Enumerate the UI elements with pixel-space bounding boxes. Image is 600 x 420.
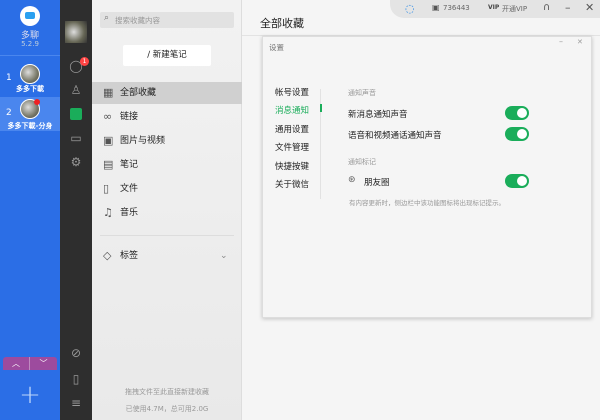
avatar — [20, 64, 40, 84]
settings-nav-about[interactable]: 关于微信 — [275, 178, 309, 190]
menu-item-music[interactable]: ♫ 音乐 — [92, 202, 242, 224]
avatar[interactable] — [65, 21, 87, 43]
contacts-icon[interactable]: ♙ — [68, 82, 84, 98]
mini-program-icon[interactable]: ⊘ — [68, 345, 84, 361]
account-index: 1 — [6, 73, 12, 83]
notification-dot — [34, 99, 40, 105]
phone-icon[interactable]: ▯ — [68, 371, 84, 387]
settings-nav-general[interactable]: 通用设置 — [275, 123, 309, 135]
menu-item-notes[interactable]: ▤ 笔记 — [92, 154, 242, 176]
menu-item-files[interactable]: ▯ 文件 — [92, 178, 242, 200]
tag-icon: ◇ — [103, 249, 112, 262]
chat-badge: 1 — [80, 57, 89, 66]
account-name: 多多下載-分身 — [7, 122, 53, 130]
account-name: 多多下載 — [16, 85, 44, 93]
moments-toggle[interactable] — [505, 174, 529, 188]
menu-label: 链接 — [120, 112, 139, 122]
search-placeholder: 搜索收藏内容 — [115, 16, 160, 25]
support-icon[interactable]: ∩ — [543, 2, 550, 13]
dialog-title: 设置 — [269, 43, 284, 52]
app-version: 5.2.9 — [21, 40, 39, 48]
vip-icon: VIP — [488, 4, 500, 11]
menu-label: 音乐 — [120, 208, 139, 218]
storage-usage: 已使用4.7M，总可用2.0G — [125, 405, 209, 413]
settings-nav-notifications[interactable]: 消息通知 — [275, 104, 309, 116]
option-hint: 有内容更新时，侧边栏中该功能图标将出现标记提示。 — [349, 199, 505, 207]
menu-icon[interactable]: ≡ — [68, 395, 84, 411]
favorites-cube-icon[interactable] — [70, 108, 82, 120]
menu-label: 文件 — [120, 184, 139, 194]
new-note-button[interactable]: ∕ 新建笔记 — [123, 45, 211, 66]
drop-hint: 拖拽文件至此直接新建收藏 — [125, 388, 209, 396]
scroll-down-button[interactable]: ﹀ — [30, 357, 57, 370]
new-message-sound-toggle[interactable] — [505, 106, 529, 120]
option-label: 语音和视频通话通知声音 — [348, 131, 442, 141]
menu-item-tags[interactable]: ◇ 标签 ⌄ — [92, 245, 242, 267]
search-input[interactable]: ⌕ 搜索收藏内容 — [100, 12, 234, 28]
account-sidebar: 多聊 5.2.9 1 多多下載 2 多多下載-分身 ︿ ﹀ + — [0, 0, 60, 420]
scroll-up-button[interactable]: ︿ — [3, 357, 30, 370]
account-index: 2 — [6, 108, 12, 118]
note-icon: ▤ — [103, 158, 114, 171]
minimize-button[interactable]: – — [565, 1, 571, 14]
divider — [0, 55, 60, 56]
divider — [100, 235, 234, 236]
top-bar: ◌ ▣ 736443 VIP 开通VIP ∩ – ✕ — [390, 0, 600, 18]
favorites-panel: ⌕ 搜索收藏内容 ∕ 新建笔记 ▦ 全部收藏 ∞ 链接 ▣ 图片与视频 ▤ 笔记 ▯ 文件… — [92, 0, 242, 420]
menu-item-media[interactable]: ▣ 图片与视频 — [92, 130, 242, 152]
folder-icon[interactable]: ▭ — [68, 130, 84, 146]
moments-icon: ⊛ — [348, 175, 356, 185]
page-title: 全部收藏 — [260, 17, 304, 30]
assistant-icon[interactable]: ◌ — [405, 2, 415, 15]
settings-nav-account[interactable]: 帐号设置 — [275, 86, 309, 98]
search-icon: ⌕ — [104, 13, 110, 23]
image-icon: ▣ — [103, 134, 114, 147]
option-label: 新消息通知声音 — [348, 110, 408, 120]
app-logo-icon — [20, 6, 40, 26]
account-item-1[interactable]: 1 多多下載 — [0, 60, 60, 94]
user-id: 736443 — [443, 4, 470, 12]
vip-button[interactable]: 开通VIP — [502, 4, 527, 14]
new-note-label: 新建笔记 — [152, 50, 187, 60]
settings-nav-shortcuts[interactable]: 快捷按键 — [275, 160, 309, 172]
chevron-down-icon: ⌄ — [220, 251, 228, 261]
section-heading: 通知声音 — [348, 89, 376, 97]
music-icon: ♫ — [103, 206, 113, 219]
menu-item-all[interactable]: ▦ 全部收藏 — [92, 82, 242, 104]
menu-label: 标签 — [120, 251, 139, 261]
link-icon: ∞ — [103, 110, 113, 123]
settings-gear-icon[interactable]: ⚙ — [68, 154, 84, 170]
active-indicator — [320, 104, 322, 112]
id-icon: ▣ — [432, 3, 440, 12]
dialog-minimize-button[interactable]: – — [559, 37, 563, 46]
option-label: 朋友圈 — [364, 178, 390, 188]
settings-dialog: 设置 – ✕ — [262, 36, 592, 318]
grid-icon: ▦ — [103, 86, 114, 99]
close-button[interactable]: ✕ — [585, 1, 594, 14]
menu-label: 笔记 — [120, 160, 139, 170]
menu-label: 全部收藏 — [120, 88, 157, 98]
dialog-close-button[interactable]: ✕ — [577, 38, 583, 46]
account-item-2[interactable]: 2 多多下載-分身 — [0, 97, 60, 131]
file-icon: ▯ — [103, 182, 110, 195]
menu-label: 图片与视频 — [120, 136, 166, 146]
menu-item-links[interactable]: ∞ 链接 — [92, 106, 242, 128]
settings-nav-files[interactable]: 文件管理 — [275, 141, 309, 153]
add-account-button[interactable]: + — [0, 380, 60, 410]
section-heading: 通知标记 — [348, 158, 376, 166]
call-sound-toggle[interactable] — [505, 127, 529, 141]
